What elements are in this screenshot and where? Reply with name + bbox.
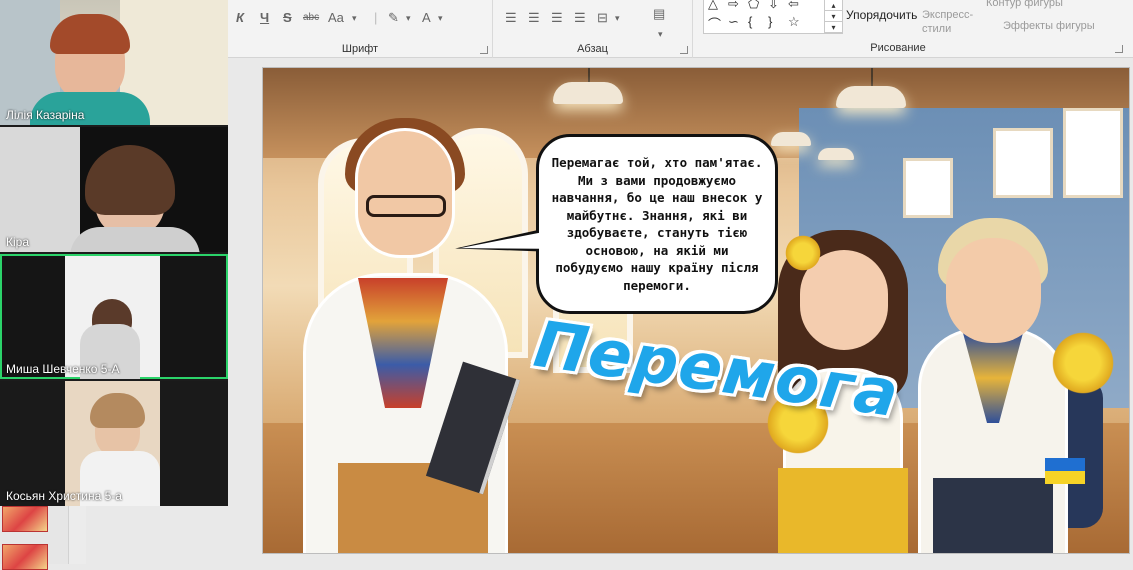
ceiling-lamp xyxy=(818,148,854,160)
background-wall xyxy=(0,127,80,252)
italic-button[interactable]: К xyxy=(236,8,244,28)
ceiling-lamp xyxy=(771,132,811,146)
character-spacing-button[interactable]: abc xyxy=(303,8,319,28)
participant-tile[interactable]: Кіра xyxy=(0,127,228,252)
flowers-icon xyxy=(1048,328,1118,398)
highlight-color-icon[interactable]: ✎ xyxy=(388,8,399,28)
arc-shape-icon[interactable]: ⌒ xyxy=(708,14,721,33)
boy-pants xyxy=(933,478,1053,553)
triangle-shape-icon[interactable]: △ xyxy=(708,0,718,12)
ribbon-spacer xyxy=(693,0,701,58)
strikethrough-button[interactable]: S xyxy=(283,8,292,28)
shape-outline-button[interactable]: Контур фигуры xyxy=(986,0,1063,9)
girl-skirt xyxy=(778,468,908,553)
dialog-launcher-icon[interactable] xyxy=(480,46,488,54)
justify-icon[interactable]: ☰ xyxy=(574,8,586,28)
boy-face xyxy=(946,238,1041,343)
paragraph-group-label: Абзац xyxy=(577,43,608,55)
wall-poster xyxy=(903,158,953,218)
chevron-up-icon[interactable]: ▴ xyxy=(825,0,842,11)
ceiling-lamp xyxy=(836,86,906,108)
dialog-launcher-icon[interactable] xyxy=(1115,45,1123,53)
wall-poster xyxy=(1063,108,1123,198)
font-group-label: Шрифт xyxy=(341,43,379,55)
clothing xyxy=(70,227,200,252)
chevron-down-icon[interactable]: ▾ xyxy=(615,8,620,28)
participant-tile-active[interactable]: Миша Шевченко 5-А xyxy=(0,254,228,379)
participant-name: Косьян Христина 5-а xyxy=(6,489,122,503)
shapes-gallery[interactable]: △ ⇨ ⬠ ⇩ ⇦ ⌒ ∽ { } ☆ xyxy=(703,0,843,34)
chevron-down-icon[interactable]: ▾ xyxy=(825,11,842,22)
arrow-shape-icon[interactable]: ⇩ xyxy=(768,0,779,12)
lamp-cord xyxy=(871,68,873,88)
underline-button[interactable]: Ч xyxy=(260,8,269,28)
shape-effects-button[interactable]: Эффекты фигуры xyxy=(1003,20,1095,32)
chevron-down-icon[interactable]: ▾ xyxy=(352,8,357,28)
align-right-icon[interactable]: ☰ xyxy=(551,8,563,28)
participant-name: Миша Шевченко 5-А xyxy=(6,362,120,376)
quick-styles-button[interactable]: Экспресс-стили xyxy=(922,8,982,36)
glasses-icon xyxy=(366,195,446,217)
participant-tile[interactable]: Лілія Казаріна xyxy=(0,0,228,125)
smartart-icon[interactable]: ▤ xyxy=(653,4,665,24)
participant-name: Кіра xyxy=(6,235,30,249)
speech-bubble[interactable]: Перемагає той, хто пам'ятає. Ми з вами п… xyxy=(536,134,778,314)
font-color-button[interactable]: A xyxy=(422,8,431,28)
font-group: К Ч S abc Aa ▾ | ✎ ▾ A ▾ Шрифт xyxy=(228,0,493,58)
video-participants-panel: Лілія Казаріна Кіра Миша Шевченко 5-А Ко… xyxy=(0,0,228,506)
ukraine-flag-icon xyxy=(1045,458,1085,484)
slide-thumbnail[interactable] xyxy=(2,506,48,532)
arrow-shape-icon[interactable]: ⇦ xyxy=(788,0,799,12)
speech-bubble-text[interactable]: Перемагає той, хто пам'ятає. Ми з вами п… xyxy=(551,154,763,294)
chevron-down-icon[interactable]: ▾ xyxy=(438,8,443,28)
brace-shape-icon[interactable]: { xyxy=(748,14,752,29)
align-left-icon[interactable]: ☰ xyxy=(505,8,517,28)
slide-thumbnail[interactable] xyxy=(2,544,48,570)
drawing-group-label: Рисование xyxy=(870,42,926,54)
pentagon-shape-icon[interactable]: ⬠ xyxy=(748,0,759,12)
brace-shape-icon[interactable]: } xyxy=(768,14,772,29)
star-shape-icon[interactable]: ☆ xyxy=(788,14,800,30)
change-case-button[interactable]: Aa xyxy=(328,8,344,28)
align-center-icon[interactable]: ☰ xyxy=(528,8,540,28)
wall-poster xyxy=(993,128,1053,198)
flowers-icon xyxy=(783,233,823,273)
ceiling-lamp xyxy=(553,82,623,104)
slide-canvas[interactable]: Перемагає той, хто пам'ятає. Ми з вами п… xyxy=(262,67,1130,554)
dialog-launcher-icon[interactable] xyxy=(680,46,688,54)
chevron-down-icon[interactable]: ▾ xyxy=(406,8,411,28)
teacher-face xyxy=(355,128,455,258)
chevron-down-icon[interactable]: ▾ xyxy=(658,24,663,44)
arrange-button[interactable]: Упорядочить xyxy=(846,8,917,22)
columns-icon[interactable]: ⊟ xyxy=(597,8,608,28)
ribbon: К Ч S abc Aa ▾ | ✎ ▾ A ▾ Шрифт ☰ ☰ ☰ ☰ ⊟… xyxy=(228,0,1133,58)
separator-icon: | xyxy=(374,10,378,25)
hair xyxy=(50,14,130,54)
participant-name: Лілія Казаріна xyxy=(6,108,85,122)
lamp-cord xyxy=(588,68,590,83)
gallery-scroll[interactable]: ▴ ▾ ▾ xyxy=(824,0,842,34)
arrow-shape-icon[interactable]: ⇨ xyxy=(728,0,739,12)
chevron-more-icon[interactable]: ▾ xyxy=(825,22,842,33)
slide-thumbnails xyxy=(0,500,68,570)
curve-shape-icon[interactable]: ∽ xyxy=(728,14,739,30)
hair xyxy=(85,145,175,215)
participant-tile[interactable]: Косьян Христина 5-а xyxy=(0,381,228,506)
